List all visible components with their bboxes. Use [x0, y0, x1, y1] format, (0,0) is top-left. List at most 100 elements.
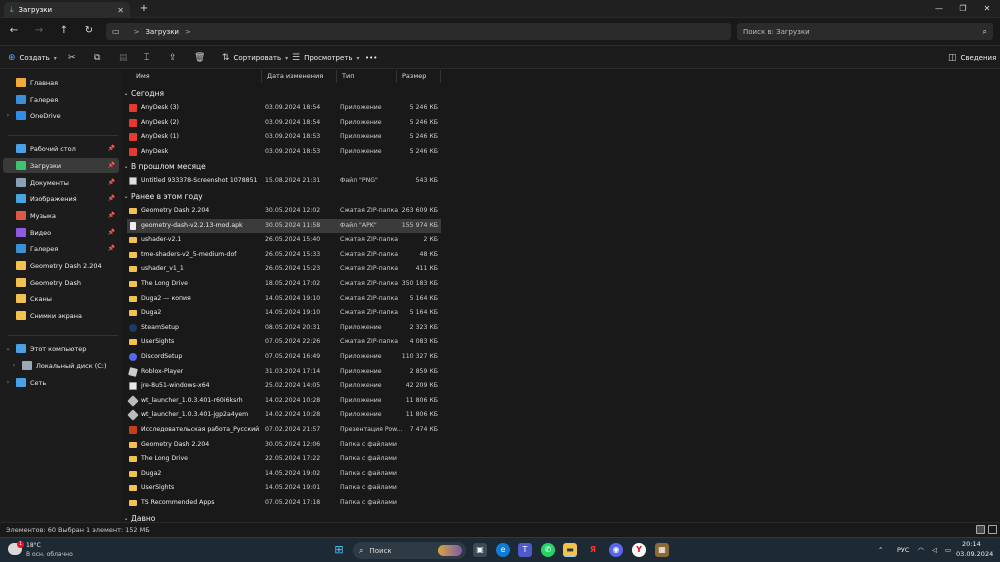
sidebar-item[interactable]: › Сеть [3, 375, 119, 390]
column-header-type[interactable]: Тип [337, 70, 397, 83]
pin-icon[interactable]: 📌 [108, 245, 115, 252]
details-pane-button[interactable]: ◫ Сведения [948, 50, 996, 66]
wifi-icon[interactable]: ◠ [918, 538, 924, 562]
chevron-right-icon[interactable]: › [9, 362, 19, 369]
sort-button[interactable]: ⇅ Сортировать ▾ [222, 50, 288, 66]
table-row[interactable]: UserSights 14.05.2024 19:01 Папка с файлам… [127, 481, 441, 495]
search-input[interactable]: Поиск в: Загрузки ⌕ [737, 23, 993, 40]
package-icon[interactable]: ▦ [655, 543, 669, 557]
sidebar-item[interactable]: Видео 📌 [3, 225, 119, 240]
sidebar-item[interactable]: › OneDrive [3, 108, 119, 123]
breadcrumb-chevron-end[interactable]: > [185, 28, 191, 36]
table-row[interactable]: Исследовательская работа_Русский б... 07.… [127, 423, 441, 437]
table-row[interactable]: AnyDesk (3) 03.09.2024 18:54 Приложение 5 2… [127, 101, 441, 115]
pin-icon[interactable]: 📌 [108, 162, 115, 169]
refresh-icon[interactable]: ↻ [80, 23, 98, 39]
delete-button[interactable]: 🗑 [194, 50, 209, 66]
forward-arrow-icon[interactable]: → [30, 23, 48, 39]
table-row[interactable]: Duga2 14.05.2024 19:02 Папка с файлами [127, 467, 441, 481]
collapse-chevron-icon[interactable]: ⌄ [121, 163, 131, 170]
teams-icon[interactable]: T [518, 543, 532, 557]
table-row[interactable]: wt_launcher_1.0.3.401-jgp2a4yem 14.02.202… [127, 408, 441, 422]
table-row[interactable]: SteamSetup 08.05.2024 20:31 Приложение 2 32… [127, 321, 441, 335]
sidebar-item[interactable]: › Локальный диск (C:) [3, 358, 119, 373]
minimize-icon[interactable]: — [926, 0, 952, 18]
language-indicator[interactable]: РУС [897, 538, 909, 562]
sidebar-item[interactable]: Галерея 📌 [3, 241, 119, 256]
start-button[interactable]: ⊞ [332, 543, 346, 557]
copy-button[interactable]: ⧉ [94, 50, 104, 66]
sidebar-item[interactable]: Сканы [3, 291, 119, 306]
file-explorer-icon[interactable]: ▬ [563, 543, 577, 557]
battery-icon[interactable]: ▭ [945, 538, 951, 562]
pin-icon[interactable]: 📌 [108, 212, 115, 219]
task-view-icon[interactable]: ▣ [473, 543, 487, 557]
table-row[interactable]: Duga2 14.05.2024 19:10 Сжатая ZIP-папка 5 1… [127, 306, 441, 320]
sidebar-item[interactable]: Галерея [3, 92, 119, 107]
table-row[interactable]: TS Recommended Apps 07.05.2024 17:18 Папка… [127, 496, 441, 510]
close-window-icon[interactable]: ✕ [974, 0, 1000, 18]
clock-date[interactable]: 03.09.2024 [956, 542, 993, 562]
tiles-view-icon[interactable] [988, 525, 997, 534]
more-options-button[interactable]: ••• [365, 50, 377, 66]
create-button[interactable]: ⊕ Создать ▾ [8, 50, 57, 66]
edge-icon[interactable]: e [496, 543, 510, 557]
group-header[interactable]: ⌄ Ранее в этом году [121, 190, 202, 203]
collapse-chevron-icon[interactable]: ⌄ [121, 193, 131, 200]
sidebar-item[interactable]: Музыка 📌 [3, 208, 119, 223]
taskbar-search[interactable]: ⌕ Поиск [353, 542, 466, 559]
table-row[interactable]: UserSights 07.05.2024 22:26 Сжатая ZIP-пап… [127, 335, 441, 349]
address-bar[interactable]: ▭ > Загрузки > [106, 23, 731, 40]
up-arrow-icon[interactable]: ↑ [55, 23, 73, 39]
new-tab-button[interactable]: + [137, 2, 151, 16]
table-row[interactable]: AnyDesk 03.09.2024 18:53 Приложение 5 246 К… [127, 145, 441, 159]
column-header-date[interactable]: Дата изменения [262, 70, 337, 83]
yandex-icon[interactable]: Я [586, 543, 600, 557]
sidebar-item[interactable]: Главная [3, 75, 119, 90]
sidebar-item[interactable]: Geometry Dash 2.204 [3, 258, 119, 273]
pin-icon[interactable]: 📌 [108, 229, 115, 236]
tab-downloads[interactable]: ⤓ Загрузки ✕ [4, 2, 130, 18]
group-header[interactable]: ⌄ В прошлом месяце [121, 160, 205, 173]
column-header-name[interactable]: Имя [131, 70, 262, 83]
chevron-right-icon[interactable]: › [3, 112, 13, 119]
weather-widget[interactable]: 1 18°C В осн. облачно [8, 541, 88, 561]
group-header[interactable]: ⌄ Сегодня [121, 87, 164, 100]
sidebar-item[interactable]: Снимки экрана [3, 308, 119, 323]
pin-icon[interactable]: 📌 [108, 195, 115, 202]
sidebar-item[interactable]: Geometry Dash [3, 275, 119, 290]
close-tab-icon[interactable]: ✕ [117, 6, 124, 15]
maximize-icon[interactable]: ❐ [950, 0, 976, 18]
table-row[interactable]: The Long Drive 22.05.2024 17:22 Папка с фа… [127, 452, 441, 466]
paste-button[interactable]: ▤ [119, 50, 132, 66]
sidebar-item[interactable]: Загрузки 📌 [3, 158, 119, 173]
table-row[interactable]: AnyDesk (1) 03.09.2024 18:53 Приложение 5 2… [127, 130, 441, 144]
chevron-right-icon[interactable]: › [3, 379, 13, 386]
table-row[interactable]: Geometry Dash 2.204 30.05.2024 12:06 Папка… [127, 438, 441, 452]
pin-icon[interactable]: 📌 [108, 145, 115, 152]
table-row[interactable]: geometry-dash-v2.2.13-mod.apk 30.05.2024 … [127, 218, 441, 233]
table-row[interactable]: Untitled 933378-Screenshot 1078851 15.08.… [127, 174, 441, 188]
column-header-size[interactable]: Размер [397, 70, 441, 83]
table-row[interactable]: jre-8u51-windows-x64 25.02.2024 14:05 Прил… [127, 379, 441, 393]
table-row[interactable]: DiscordSetup 07.05.2024 16:49 Приложение 11… [127, 350, 441, 364]
table-row[interactable]: Roblox-Player 31.03.2024 17:14 Приложение 2… [127, 365, 441, 379]
table-row[interactable]: Duga2 — копия 14.05.2024 19:10 Сжатая ZIP-… [127, 292, 441, 306]
sidebar-item[interactable]: ⌄ Этот компьютер [3, 341, 119, 356]
table-row[interactable]: ushader-v2.1 26.05.2024 15:40 Сжатая ZIP-п… [127, 233, 441, 247]
sidebar-item[interactable]: Рабочий стол 📌 [3, 141, 119, 156]
pin-icon[interactable]: 📌 [108, 179, 115, 186]
table-row[interactable]: ushader_v1_1 26.05.2024 15:23 Сжатая ZIP-п… [127, 262, 441, 276]
yandex-browser-icon[interactable]: Y [632, 543, 646, 557]
table-row[interactable]: wt_launcher_1.0.3.401-r60i6ksrh 14.02.202… [127, 394, 441, 408]
whatsapp-icon[interactable]: ✆ [541, 543, 555, 557]
sidebar-item[interactable]: Документы 📌 [3, 175, 119, 190]
rename-button[interactable]: ⌶ [144, 50, 153, 66]
table-row[interactable]: The Long Drive 18.05.2024 17:02 Сжатая ZIP… [127, 277, 441, 291]
tray-overflow-icon[interactable]: ⌃ [878, 538, 883, 562]
collapse-chevron-icon[interactable]: ⌄ [121, 515, 131, 522]
table-row[interactable]: AnyDesk (2) 03.09.2024 18:54 Приложение 5 2… [127, 116, 441, 130]
collapse-chevron-icon[interactable]: ⌄ [121, 90, 131, 97]
share-button[interactable]: ⇪ [169, 50, 181, 66]
discord-icon[interactable]: ◉ [609, 543, 623, 557]
